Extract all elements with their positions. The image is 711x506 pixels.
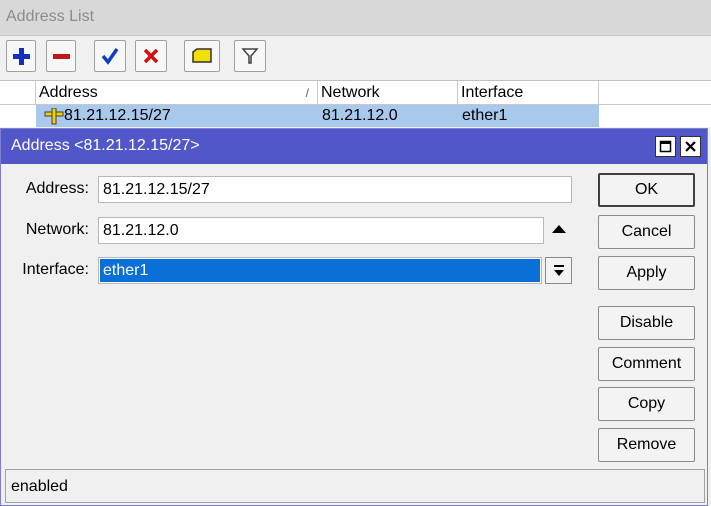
disable-button[interactable]: Disable	[598, 306, 695, 340]
cell-network: 81.21.12.0	[322, 107, 398, 124]
column-header-address[interactable]: Address /	[36, 81, 318, 105]
comment-note-icon	[192, 48, 212, 63]
column-header-network[interactable]: Network	[318, 81, 458, 105]
column-header-interface[interactable]: Interface	[458, 81, 599, 105]
comment-button[interactable]: Comment	[598, 347, 695, 381]
address-dialog: Address <81.21.12.15/27> Address: 81.21.…	[0, 128, 708, 506]
sort-indicator: /	[305, 86, 309, 100]
enable-button[interactable]	[94, 40, 126, 72]
cell-address: 81.21.12.15/27	[64, 107, 171, 124]
cancel-button[interactable]: Cancel	[598, 215, 695, 249]
address-field[interactable]: 81.21.12.15/27	[98, 176, 572, 203]
network-collapse-arrow-icon[interactable]	[552, 225, 566, 234]
comment-button[interactable]	[184, 40, 220, 72]
address-label: Address:	[25, 180, 89, 197]
remove-icon	[53, 54, 70, 59]
interface-label: Interface:	[22, 261, 89, 278]
cell-interface: ether1	[462, 107, 508, 124]
enable-check-icon	[101, 48, 119, 65]
header-spacer	[0, 81, 36, 105]
apply-button[interactable]: Apply	[598, 256, 695, 290]
interface-selected-value: ether1	[100, 259, 540, 282]
chevron-down-icon	[553, 264, 564, 276]
add-button[interactable]	[6, 40, 36, 72]
address-list-title-bar: Address List	[0, 0, 711, 36]
close-button[interactable]	[680, 136, 701, 157]
ok-button[interactable]: OK	[598, 173, 695, 207]
dialog-title: Address <81.21.12.15/27>	[11, 137, 200, 154]
interface-dropdown[interactable]: ether1	[98, 257, 542, 284]
filter-button[interactable]	[234, 40, 266, 72]
network-label: Network:	[25, 221, 89, 238]
disable-button[interactable]	[135, 40, 167, 72]
table-row[interactable]: 81.21.12.15/27 81.21.12.0 ether1	[0, 105, 711, 127]
address-table: Address / Network Interface 81.21.12.15/…	[0, 80, 711, 127]
close-icon	[685, 141, 696, 152]
dialog-title-bar[interactable]: Address <81.21.12.15/27>	[1, 129, 707, 164]
interface-dropdown-button[interactable]	[545, 257, 572, 284]
table-header: Address / Network Interface	[0, 81, 711, 105]
remove-button[interactable]: Remove	[598, 428, 695, 462]
address-list-toolbar	[0, 36, 711, 78]
filter-icon	[241, 48, 259, 64]
maximize-button[interactable]	[655, 136, 676, 157]
disable-x-icon	[143, 48, 159, 64]
remove-button[interactable]	[46, 40, 76, 72]
maximize-icon	[659, 140, 672, 153]
status-text: enabled	[11, 478, 68, 495]
address-list-title: Address List	[6, 8, 95, 25]
copy-button[interactable]: Copy	[598, 387, 695, 421]
plus-address-icon	[44, 108, 64, 125]
add-icon	[13, 48, 30, 65]
network-field[interactable]: 81.21.12.0	[98, 217, 544, 244]
status-bar: enabled	[5, 469, 705, 503]
